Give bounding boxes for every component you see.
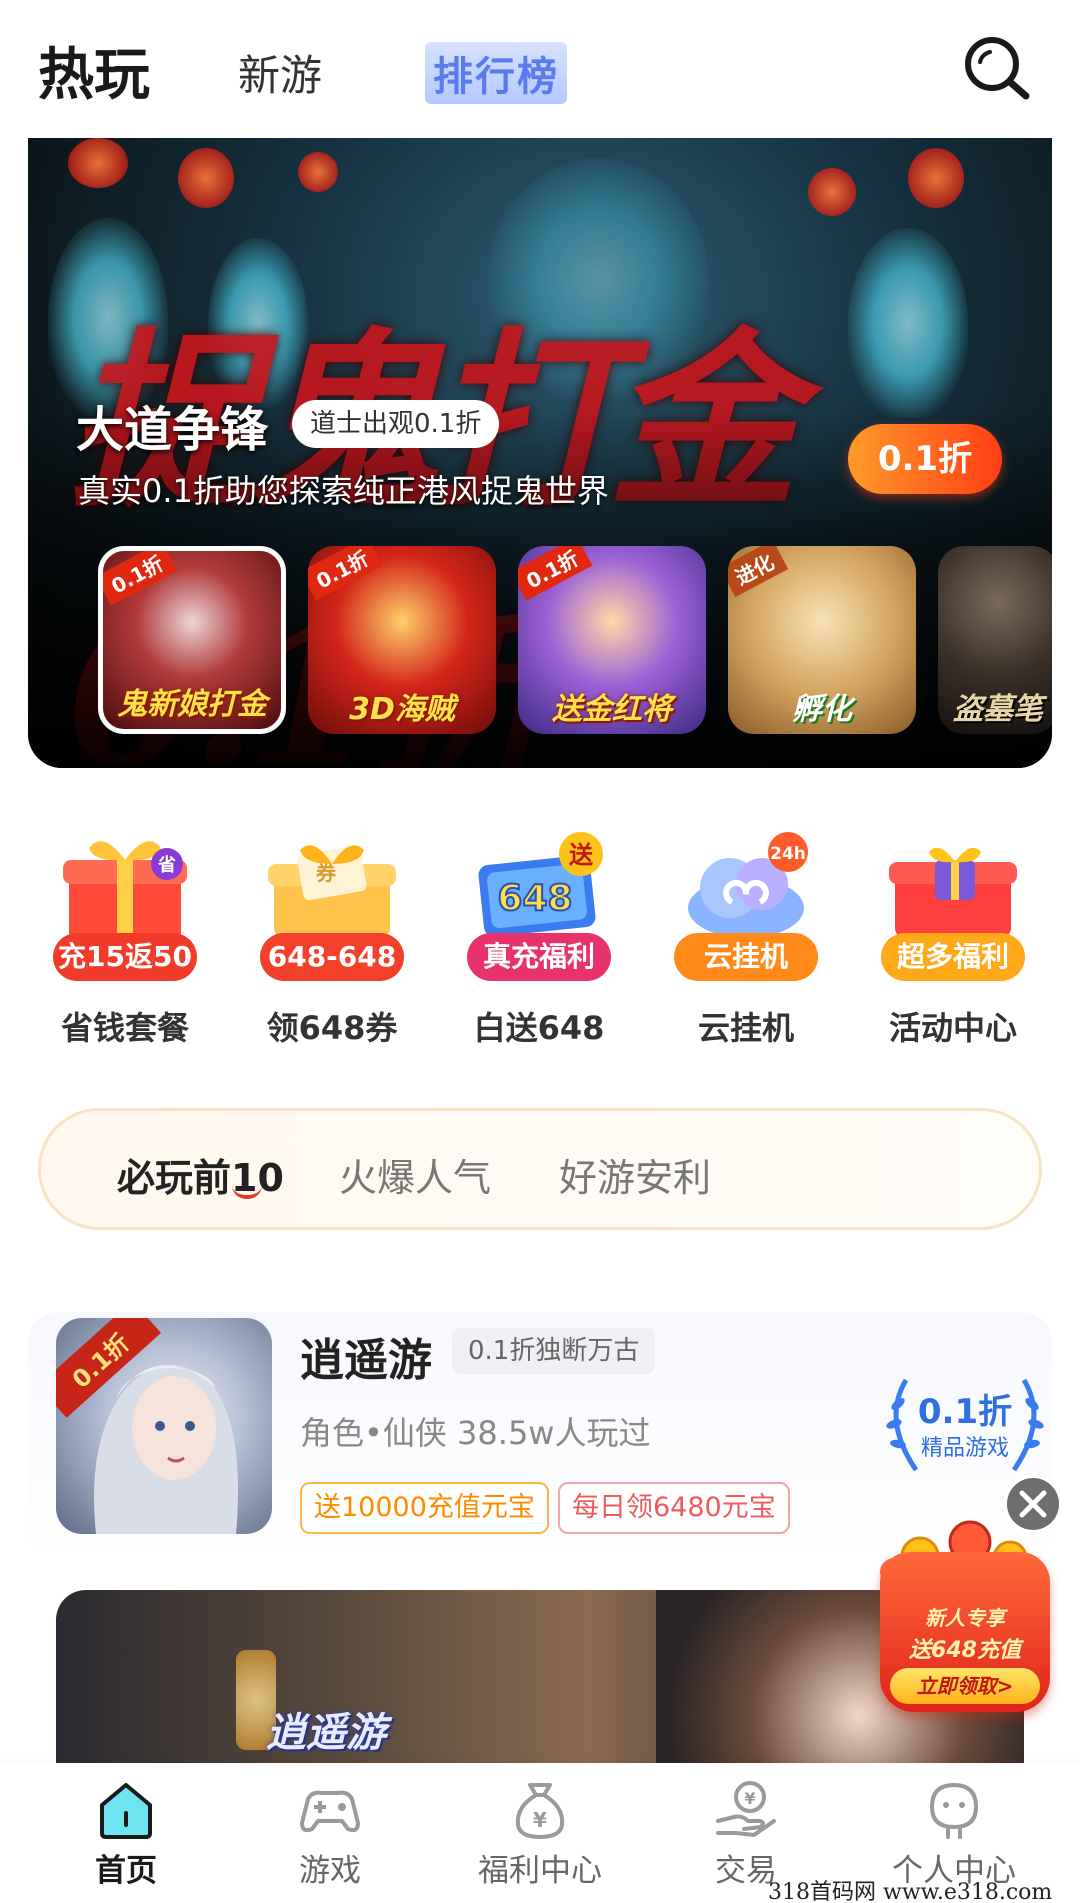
banner-description: 真实0.1折助您探索纯正港风捉鬼世界 <box>78 472 609 510</box>
quick-action-label: 云挂机 <box>697 1009 794 1047</box>
thumbnail-corner: 0.1折 <box>518 546 593 601</box>
lantern-decor <box>808 168 856 216</box>
game-meta: 角色•仙侠 38.5w人玩过 <box>300 1414 651 1452</box>
svg-text:24h: 24h <box>770 844 806 864</box>
new-user-promo[interactable]: 新人专享 送648充值 立即领取> <box>860 1512 1060 1712</box>
thumbnail-label: 3D海贼 <box>349 692 455 727</box>
game-tag: 0.1折独断万古 <box>452 1328 656 1374</box>
gift-box-icon: 省 <box>63 841 187 942</box>
tab-new[interactable]: 新游 <box>238 42 322 103</box>
banner-game-title: 大道争锋 <box>76 402 269 458</box>
cloud-icon: 24h <box>688 832 808 938</box>
nav-label: 游戏 <box>299 1853 361 1889</box>
svg-text:送: 送 <box>569 841 594 869</box>
svg-text:¥: ¥ <box>744 1789 755 1808</box>
game-perk-chip: 送10000充值元宝 <box>300 1482 549 1534</box>
watermark: 318首码网 www.e318.com <box>768 1880 1053 1903</box>
quick-actions: 省 充15返50 省钱套餐 券 648-648 领648券 648 送 真充福利… <box>0 825 1080 1055</box>
home-icon <box>100 1783 152 1839</box>
money-bag-icon: ¥ <box>515 1783 565 1839</box>
svg-text:券: 券 <box>315 861 337 885</box>
lantern-decor <box>68 138 128 188</box>
laurel-discount: 0.1折 <box>917 1392 1013 1432</box>
banner-game-tag: 道士出观0.1折 <box>292 400 500 448</box>
quick-action-pill: 超多福利 <box>881 933 1025 981</box>
quick-action-pill: 充15返50 <box>53 933 197 981</box>
coupon-gift-icon: 券 <box>268 845 396 938</box>
banner-thumbnail[interactable]: 0.1折 3D海贼 <box>308 546 496 734</box>
svg-text:¥: ¥ <box>533 1808 547 1832</box>
thumbnail-label: 孵化 <box>792 692 852 727</box>
featured-banner[interactable]: 捉鬼打金0.1折 大道争锋 道士出观0.1折 真实0.1折助您探索纯正港风捉鬼世… <box>28 138 1052 768</box>
nav-label: 首页 <box>95 1853 157 1889</box>
svg-text:省: 省 <box>157 854 176 876</box>
gamepad-icon <box>300 1790 360 1833</box>
promo-subtitle: 送648充值 <box>909 1638 1021 1663</box>
banner-thumbnail[interactable]: 盗墓笔 <box>938 546 1052 734</box>
thumbnail-corner: 进化 <box>728 546 789 598</box>
quick-action-pill: 云挂机 <box>674 933 818 981</box>
category-tab-bar: 必玩前10 火爆人气 好游安利 <box>38 1108 1042 1230</box>
tab-ranking[interactable]: 排行榜 <box>425 42 567 104</box>
trade-hand-icon: ¥ <box>716 1781 776 1837</box>
quick-action-free-648[interactable]: 648 送 真充福利 白送648 <box>449 825 629 1055</box>
quick-action-pill: 真充福利 <box>467 933 611 981</box>
quick-action-648-coupon[interactable]: 券 648-648 领648券 <box>242 825 422 1055</box>
thumbnail-corner: 0.1折 <box>103 551 178 606</box>
svg-text:648: 648 <box>497 878 572 919</box>
game-logo: 逍遥游 <box>266 1710 386 1756</box>
tab-recommended[interactable]: 好游安利 <box>559 1147 711 1202</box>
648-card-icon: 648 送 <box>478 832 603 937</box>
quick-action-label: 省钱套餐 <box>60 1009 189 1047</box>
thumbnail-label: 盗墓笔 <box>953 692 1043 727</box>
quick-action-pill: 648-648 <box>260 933 404 981</box>
banner-thumbnail[interactable]: 0.1折 送金红将 <box>518 546 706 734</box>
lantern-decor <box>178 148 234 208</box>
nav-home[interactable]: 首页 <box>18 1763 234 1903</box>
quick-action-label: 领648券 <box>266 1009 398 1047</box>
search-icon[interactable] <box>962 34 1032 104</box>
nav-welfare-center[interactable]: ¥ 福利中心 <box>432 1763 648 1903</box>
top-header: 热玩 新游 排行榜 <box>0 0 1080 135</box>
thumbnail-corner: 0.1折 <box>308 546 383 601</box>
banner-thumbnail[interactable]: 0.1折 鬼新娘打金 <box>98 546 286 734</box>
quick-action-label: 白送648 <box>473 1009 605 1047</box>
banner-thumbnail[interactable]: 进化 孵化 <box>728 546 916 734</box>
quick-action-cloud-hosting[interactable]: 24h 云挂机 云挂机 <box>656 825 836 1055</box>
thumbnail-label: 鬼新娘打金 <box>117 687 267 722</box>
quick-action-activity-center[interactable]: 超多福利 活动中心 <box>863 825 1043 1055</box>
promo-title: 新人专享 <box>925 1606 1005 1630</box>
tab-popular[interactable]: 火爆人气 <box>339 1147 491 1202</box>
game-perk-chip: 每日领6480元宝 <box>558 1482 790 1534</box>
lantern-decor <box>298 152 338 192</box>
discount-badge[interactable]: 0.1折 <box>848 424 1002 494</box>
nav-games[interactable]: 游戏 <box>222 1763 438 1903</box>
laurel-label: 精品游戏 <box>920 1436 1009 1461</box>
game-title: 逍遥游 <box>300 1335 432 1386</box>
quick-action-label: 活动中心 <box>888 1009 1017 1047</box>
lantern-decor <box>908 148 964 208</box>
game-cover[interactable]: 0.1折 <box>56 1318 272 1534</box>
nav-label: 福利中心 <box>478 1853 602 1889</box>
profile-icon <box>929 1782 979 1839</box>
banner-thumbnail-strip: 0.1折 鬼新娘打金 0.1折 3D海贼 0.1折 送金红将 进化 孵化 盗墓笔 <box>70 546 1052 736</box>
quick-action-saving-package[interactable]: 省 充15返50 省钱套餐 <box>35 825 215 1055</box>
activity-gift-icon <box>889 847 1017 938</box>
promo-claim-button[interactable]: 立即领取> <box>890 1668 1040 1704</box>
tab-hot[interactable]: 热玩 <box>38 30 150 111</box>
premium-laurel-badge: 0.1折 精品游戏 <box>876 1370 1054 1482</box>
thumbnail-label: 送金红将 <box>552 692 672 727</box>
